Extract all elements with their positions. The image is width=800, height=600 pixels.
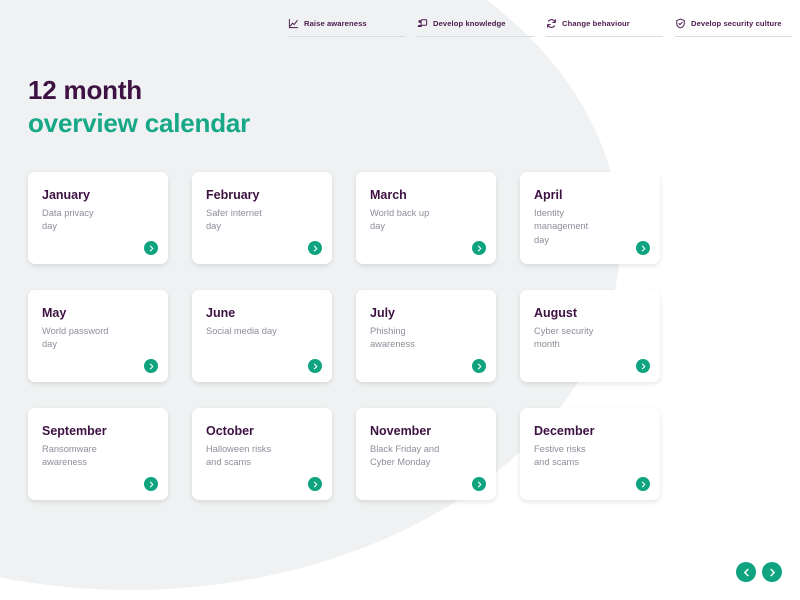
month-card-arrow-button[interactable]	[308, 241, 322, 255]
month-card-description: Cyber security month	[534, 326, 594, 350]
chevron-left-icon	[742, 568, 751, 577]
month-card-arrow-button[interactable]	[144, 477, 158, 491]
page-title-line-2: overview calendar	[28, 107, 251, 138]
page-title: 12 month overview calendar	[28, 74, 250, 139]
month-card-title: October	[206, 424, 254, 438]
shield-check-icon	[675, 18, 686, 29]
month-card-title: April	[534, 188, 563, 202]
nav-item-label: Raise awareness	[304, 19, 367, 28]
presentation-person-icon	[417, 18, 428, 29]
month-card-arrow-button[interactable]	[636, 359, 650, 373]
month-card-description: Halloween risks and scams	[206, 444, 272, 468]
month-card-description: World password day	[42, 326, 109, 350]
nav-item-label: Change behaviour	[562, 19, 630, 28]
month-card-arrow-button[interactable]	[308, 359, 322, 373]
refresh-cycle-icon	[546, 18, 557, 29]
month-card-august[interactable]: August Cyber security month	[520, 290, 660, 382]
previous-page-button[interactable]	[736, 562, 756, 582]
month-card-title: January	[42, 188, 90, 202]
month-card-july[interactable]: July Phishing awareness	[356, 290, 496, 382]
month-card-arrow-button[interactable]	[636, 477, 650, 491]
month-card-title: June	[206, 306, 236, 320]
nav-item-label: Develop security culture	[691, 19, 782, 28]
month-card-march[interactable]: March World back up day	[356, 172, 496, 264]
month-card-title: March	[370, 188, 407, 202]
month-card-arrow-button[interactable]	[472, 241, 486, 255]
chart-trend-icon	[288, 18, 299, 29]
month-card-title: May	[42, 306, 67, 320]
month-card-title: September	[42, 424, 107, 438]
month-card-november[interactable]: November Black Friday and Cyber Monday	[356, 408, 496, 500]
month-card-arrow-button[interactable]	[636, 241, 650, 255]
month-card-description: Data privacy day	[42, 208, 94, 232]
nav-item-develop-knowledge[interactable]: Develop knowledge	[417, 18, 534, 37]
nav-item-develop-security-culture[interactable]: Develop security culture	[675, 18, 792, 37]
nav-item-raise-awareness[interactable]: Raise awareness	[288, 18, 405, 37]
month-card-grid: January Data privacy day February Safer …	[28, 172, 740, 500]
next-page-button[interactable]	[762, 562, 782, 582]
month-card-december[interactable]: December Festive risks and scams	[520, 408, 660, 500]
month-card-description: Safer internet day	[206, 208, 262, 232]
month-card-february[interactable]: February Safer internet day	[192, 172, 332, 264]
month-card-title: July	[370, 306, 396, 320]
page-title-line-1: 12 month	[28, 75, 142, 105]
month-card-title: November	[370, 424, 432, 438]
month-card-title: December	[534, 424, 595, 438]
month-card-september[interactable]: September Ransomware awareness	[28, 408, 168, 500]
month-card-arrow-button[interactable]	[144, 359, 158, 373]
nav-item-label: Develop knowledge	[433, 19, 506, 28]
month-card-title: August	[534, 306, 578, 320]
top-navigation: Raise awareness Develop knowledge Change…	[288, 18, 792, 37]
month-card-arrow-button[interactable]	[144, 241, 158, 255]
month-card-description: Black Friday and Cyber Monday	[370, 444, 440, 468]
month-card-april[interactable]: April Identity management day	[520, 172, 660, 264]
month-card-arrow-button[interactable]	[472, 477, 486, 491]
nav-item-change-behaviour[interactable]: Change behaviour	[546, 18, 663, 37]
month-card-description: Identity management day	[534, 208, 589, 245]
month-card-title: February	[206, 188, 260, 202]
month-card-january[interactable]: January Data privacy day	[28, 172, 168, 264]
month-card-october[interactable]: October Halloween risks and scams	[192, 408, 332, 500]
month-card-june[interactable]: June Social media day	[192, 290, 332, 382]
month-card-description: Festive risks and scams	[534, 444, 586, 468]
month-card-description: Ransomware awareness	[42, 444, 97, 468]
month-card-description: Social media day	[206, 326, 277, 336]
month-card-may[interactable]: May World password day	[28, 290, 168, 382]
pagination-controls	[736, 562, 782, 582]
month-card-description: Phishing awareness	[370, 326, 415, 350]
month-card-arrow-button[interactable]	[472, 359, 486, 373]
chevron-right-icon	[768, 568, 777, 577]
month-card-description: World back up day	[370, 208, 430, 232]
month-card-arrow-button[interactable]	[308, 477, 322, 491]
